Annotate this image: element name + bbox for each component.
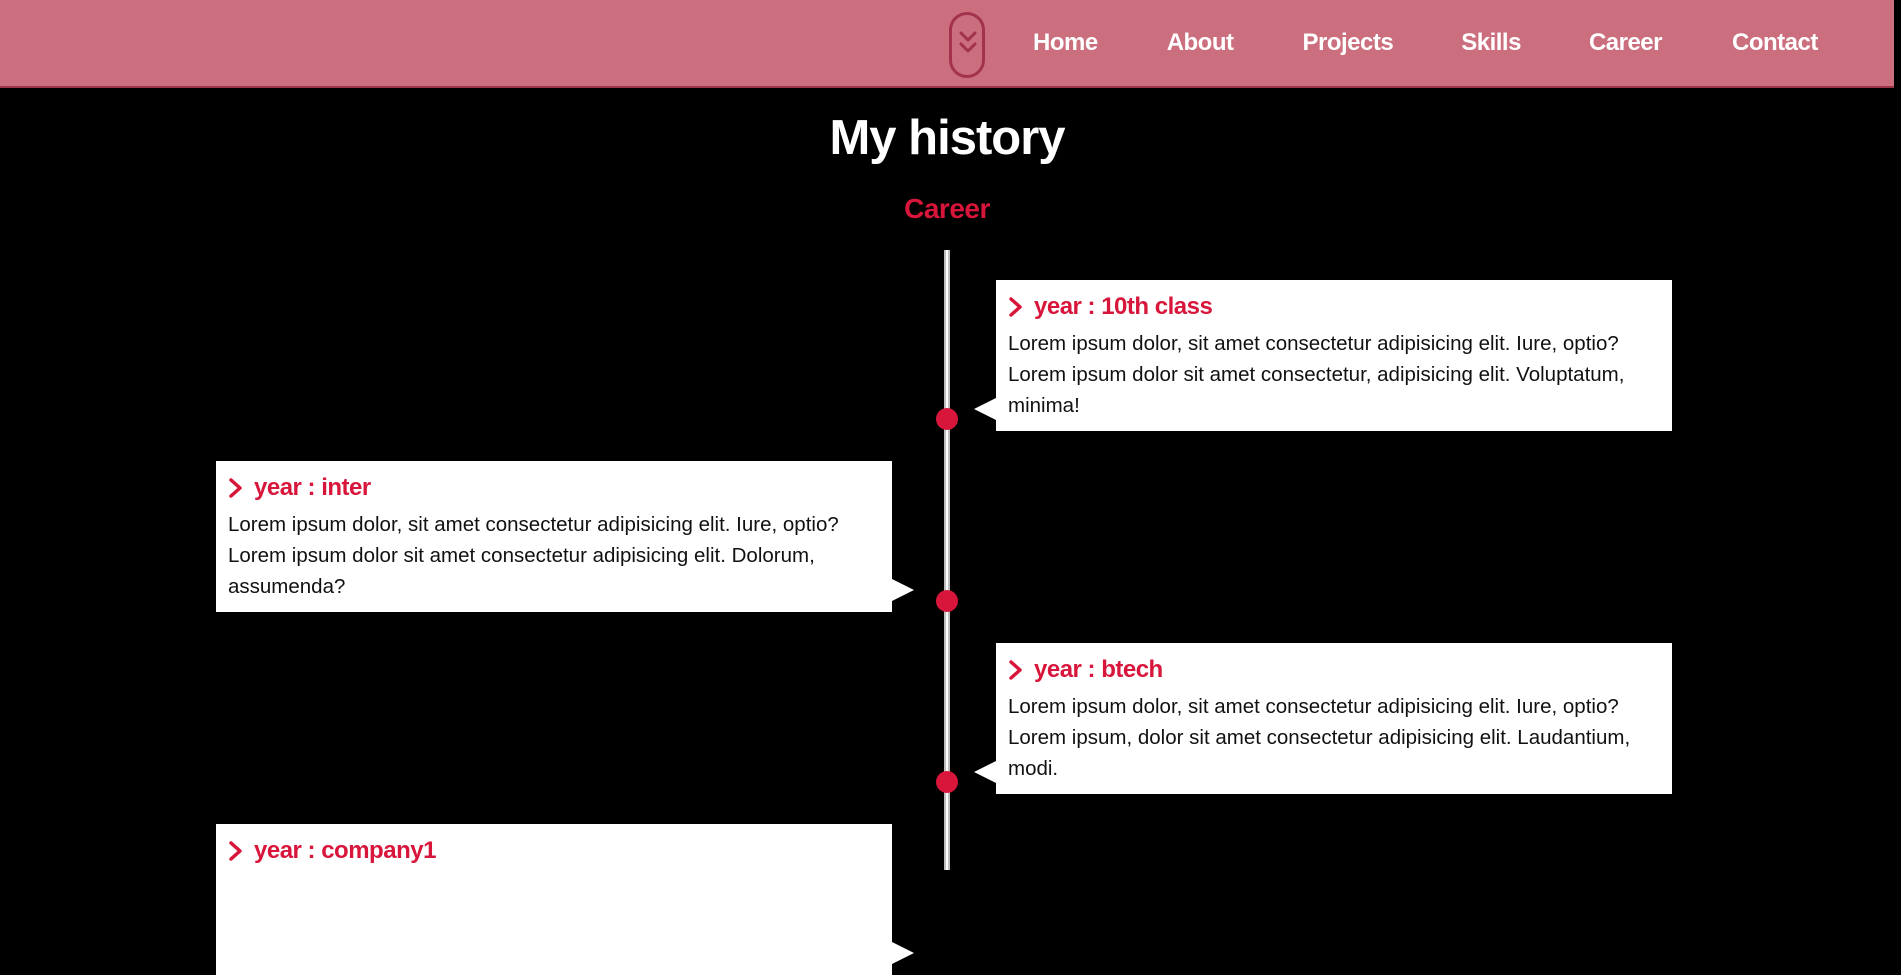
timeline-card: year : 10th class Lorem ipsum dolor, sit…: [974, 280, 1672, 431]
timeline-card-header: year : btech: [1008, 653, 1660, 687]
timeline-card-text: Lorem ipsum dolor, sit amet consectetur …: [1008, 695, 1631, 780]
timeline-card-header: year : inter: [228, 471, 880, 505]
page-title: My history: [829, 111, 1065, 165]
navbar: Home About Projects Skills Career Contac…: [0, 0, 1894, 88]
timeline-card-title: year : btech: [1034, 656, 1163, 683]
timeline-card-text: Lorem ipsum dolor, sit amet consectetur …: [228, 513, 839, 598]
timeline-card-header: year : company1: [228, 834, 880, 868]
timeline-card: year : inter Lorem ipsum dolor, sit amet…: [216, 461, 914, 612]
timeline-card-title: year : 10th class: [1034, 293, 1213, 320]
timeline-dot: [936, 408, 958, 430]
timeline-card-title: year : inter: [254, 474, 371, 501]
timeline-dot: [936, 771, 958, 793]
timeline-card-header: year : 10th class: [1008, 290, 1660, 324]
nav-link-home[interactable]: Home: [1033, 29, 1098, 57]
chevron-right-icon: [1009, 660, 1022, 680]
nav-link-contact[interactable]: Contact: [1732, 29, 1818, 57]
timeline-card-text: Lorem ipsum dolor, sit amet consectetur …: [1008, 332, 1625, 417]
timeline-card-title: year : company1: [254, 837, 436, 864]
nav-link-projects[interactable]: Projects: [1303, 29, 1394, 57]
chevron-right-icon: [229, 478, 242, 498]
nav-link-about[interactable]: About: [1167, 29, 1234, 57]
nav-link-skills[interactable]: Skills: [1461, 29, 1521, 57]
double-chevron-down-icon: [959, 31, 977, 53]
nav-links: Home About Projects Skills Career Contac…: [1000, 0, 1818, 86]
nav-link-career[interactable]: Career: [1589, 29, 1663, 57]
timeline-dot: [936, 590, 958, 612]
chevron-right-icon: [1009, 297, 1022, 317]
menu-toggle-button[interactable]: [949, 12, 985, 78]
section-subtitle: Career: [904, 193, 990, 224]
timeline-card: year : company1: [216, 824, 914, 975]
chevron-right-icon: [229, 841, 242, 861]
timeline-card: year : btech Lorem ipsum dolor, sit amet…: [974, 643, 1672, 794]
